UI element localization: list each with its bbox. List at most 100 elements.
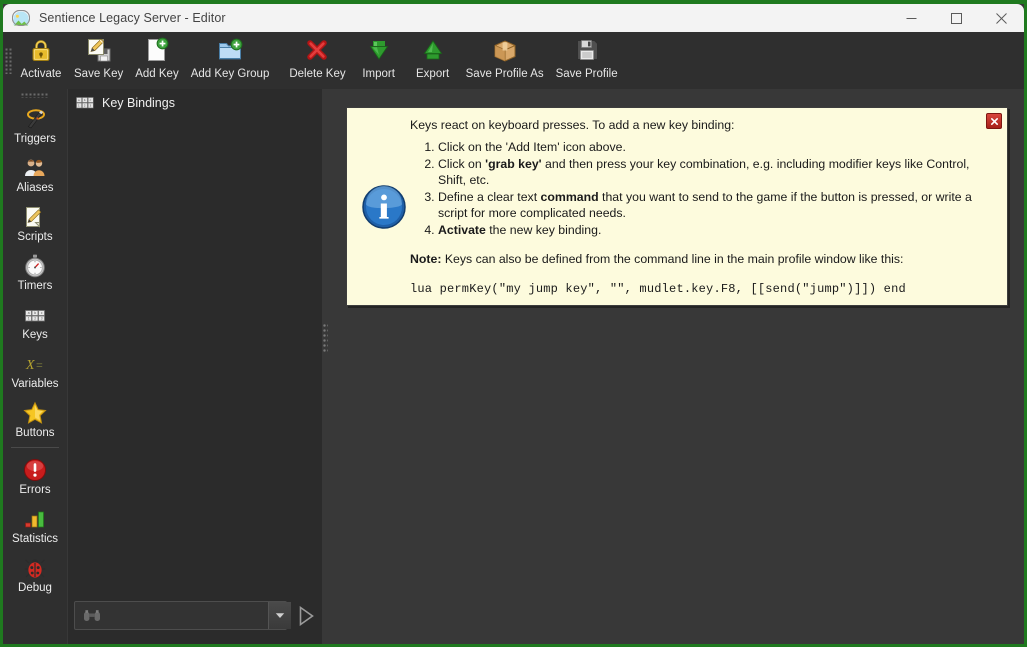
toolbar-save-key-button[interactable]: Save Key [68,32,129,87]
green-up-arrow-icon [419,36,447,64]
sidebar-grip[interactable] [3,89,67,101]
pencil-floppy-icon [85,36,113,64]
folder-plus-icon [216,36,244,64]
tree-item-key-bindings[interactable]: abc 123 Key Bindings [68,91,322,115]
info-step: Define a clear text command that you wan… [438,189,997,222]
keyboard-keys-icon: abc 123 [76,96,94,110]
toolbar-item-label: Import [362,68,395,80]
sidebar-item-aliases[interactable]: Aliases [3,150,67,199]
sidebar-item-label: Buttons [15,426,55,439]
svg-text:3: 3 [41,316,43,320]
toolbar-item-label: Save Profile [555,68,618,80]
info-code-line: lua permKey("my jump key", "", mudlet.ke… [410,282,906,296]
toolbar-save-profile-button[interactable]: Save Profile [550,32,624,87]
svg-text:2: 2 [84,104,86,108]
sidebar-item-statistics[interactable]: Statistics [3,501,67,550]
svg-text:c: c [90,98,92,102]
info-step: Activate the new key binding. [438,222,997,239]
sidebar-item-label: Errors [19,483,51,496]
sidebar-item-label: Statistics [11,532,58,545]
sidebar-item-label: Keys [22,328,48,341]
red-x-icon [303,36,331,64]
profile-image-icon [12,9,30,27]
toolbar-item-label: Delete Key [289,68,346,80]
sidebar-item-variables[interactable]: X = Variables [3,346,67,395]
svg-text:X: X [25,358,35,373]
main-toolbar: Activate Save Key Add Key Add Key Group … [3,32,1024,89]
title-bar: Sentience Legacy Server - Editor [3,4,1024,32]
x-equals-icon: X = [22,351,48,377]
sidebar-separator [11,447,59,448]
svg-text:1: 1 [28,316,30,320]
sidebar-item-label: Scripts [17,230,53,243]
sidebar-item-timers[interactable]: Timers [3,248,67,297]
sidebar-item-label: Triggers [14,132,56,145]
close-button[interactable] [979,4,1024,32]
people-icon [22,155,48,181]
play-triangle-icon [299,605,314,626]
info-step: Click on 'grab key' and then press your … [438,156,997,189]
stopwatch-icon [22,253,48,279]
svg-text:a: a [28,311,30,315]
svg-text:c: c [41,311,43,315]
toolbar-import-button[interactable]: Import [352,32,406,87]
info-note-text: Keys can also be defined from the comman… [441,252,904,266]
toolbar-item-label: Export [416,68,450,80]
info-panel: Keys react on keyboard presses. To add a… [346,107,1008,306]
sidebar-item-buttons[interactable]: Buttons [3,395,67,444]
bar-chart-icon [22,506,48,532]
svg-text:2: 2 [34,316,36,320]
tree-item-label: Key Bindings [102,96,175,110]
left-sidebar: Triggers Aliases Scripts Timers a b c 1 … [3,89,67,644]
floppy-disk-icon [573,36,601,64]
toolbar-item-label: Add Key [135,68,179,80]
toolbar-delete-key-button[interactable]: Delete Key [283,32,351,87]
toolbar-export-button[interactable]: Export [406,32,460,87]
toolbar-grip[interactable] [3,32,14,89]
run-command-button[interactable] [293,601,319,631]
script-pencil-icon [22,204,48,230]
info-step: Click on the 'Add Item' icon above. [438,139,997,156]
toolbar-add-key-group-button[interactable]: Add Key Group [185,32,276,87]
star-icon [22,400,48,426]
sidebar-item-label: Variables [11,377,59,390]
svg-text:b: b [34,311,36,315]
info-steps-list: Click on the 'Add Item' icon above. Clic… [410,139,997,238]
document-plus-icon [143,36,171,64]
svg-text:a: a [78,98,80,102]
padlock-icon [27,36,55,64]
toolbar-item-label: Save Profile As [465,68,544,80]
svg-text:b: b [84,98,86,102]
toolbar-activate-button[interactable]: Activate [14,32,68,87]
editor-window: Sentience Legacy Server - Editor Activat… [0,0,1027,647]
window-title: Sentience Legacy Server - Editor [39,11,226,25]
sidebar-item-keys[interactable]: ab c 12 3 Keys [3,297,67,346]
lasso-icon [22,106,48,132]
toolbar-item-label: Activate [20,68,62,80]
sidebar-item-triggers[interactable]: Triggers [3,101,67,150]
toolbar-save-profile-as-button[interactable]: Save Profile As [460,32,550,87]
keyboard-keys-icon: ab c 12 3 [22,302,48,328]
sidebar-item-label: Aliases [16,181,54,194]
info-note-label: Note: [410,252,442,266]
toolbar-item-label: Save Key [74,68,124,80]
search-input[interactable] [101,602,268,629]
binoculars-icon [83,609,101,623]
sidebar-item-debug[interactable]: Debug [3,550,67,599]
toolbar-add-key-button[interactable]: Add Key [129,32,184,87]
minimize-button[interactable] [889,4,934,32]
sidebar-item-label: Timers [17,279,53,292]
maximize-button[interactable] [934,4,979,32]
info-note: Note: Keys can also be defined from the … [410,251,997,267]
command-bar [68,587,322,644]
blue-info-circle-icon [361,184,407,230]
sidebar-item-scripts[interactable]: Scripts [3,199,67,248]
sidebar-item-errors[interactable]: Errors [3,452,67,501]
sidebar-item-label: Debug [18,581,52,594]
window-controls [889,4,1024,32]
vertical-splitter[interactable] [322,89,328,587]
ladybug-icon [22,555,48,581]
chevron-down-icon[interactable] [268,602,291,629]
info-lead-text: Keys react on keyboard presses. To add a… [410,118,735,132]
search-combobox[interactable] [74,601,291,630]
